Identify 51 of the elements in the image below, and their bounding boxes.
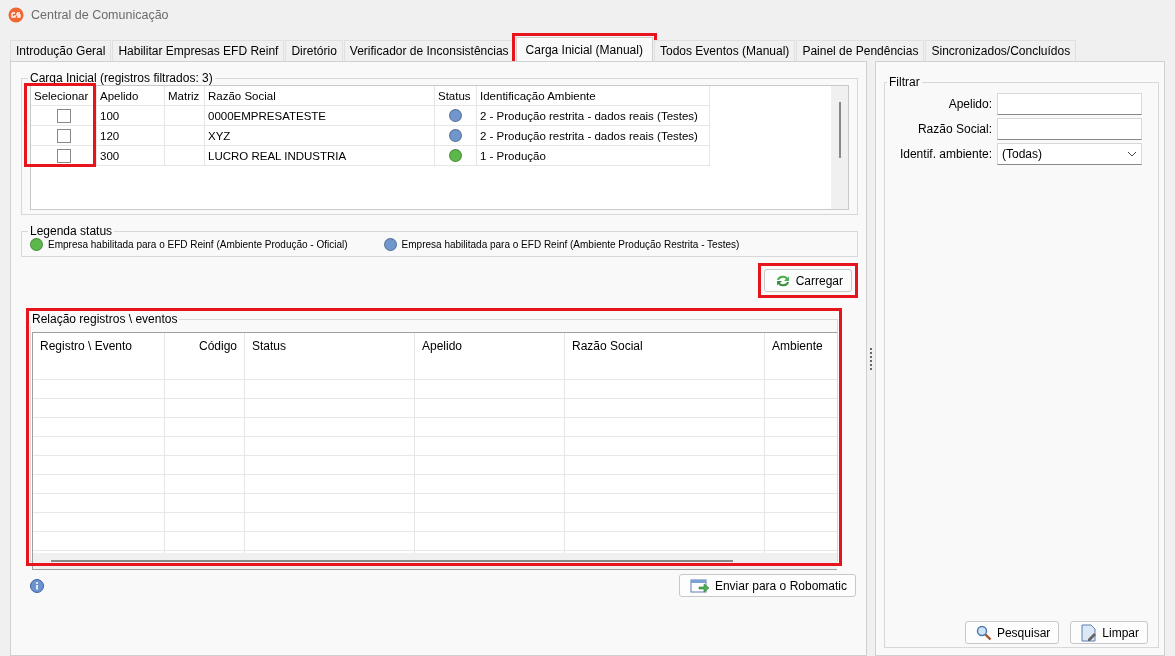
checkbox[interactable] [56,128,71,143]
tab[interactable]: Diretório [285,40,343,61]
column-header: Matriz [165,86,205,106]
column-header: Selecionar [31,86,97,106]
column-header: Identificação Ambiente [477,86,710,106]
table-cell: 100 [97,106,165,126]
input-field[interactable] [997,118,1142,140]
horizontal-scrollbar[interactable] [33,553,837,569]
table-cell: 120 [97,126,165,146]
tab[interactable]: Verificador de Inconsistências [343,40,515,61]
legend-label: Empresa habilitada para o EFD Reinf (Ambiente Produção Restrita - Testes) [401,239,740,250]
table-cell [165,106,205,126]
legend-label: Empresa habilitada para o EFD Reinf (Ambiente Produção - Oficial) [48,239,348,250]
dropdown[interactable]: (Todas) [997,143,1142,165]
tab[interactable]: Todos Eventos (Manual) [653,40,796,61]
window-title: Central de Comunicação [31,8,169,22]
tab[interactable]: Introdução Geral [10,40,112,61]
document-pencil-icon [1081,623,1098,642]
clear-button[interactable]: Limpar [1070,621,1148,644]
table-cell: XYZ [205,126,435,146]
field-label: Apelido: [947,97,992,111]
table-cell: 300 [97,146,165,166]
field-label: Identif. ambiente: [898,147,992,161]
chevron-down-icon [1127,151,1137,157]
group-title: Legenda status [29,224,114,238]
input-field[interactable] [997,93,1142,115]
tab[interactable]: Habilitar Empresas EFD Reinf [112,40,285,61]
tab[interactable]: Painel de Pendências [796,40,925,61]
table-cell: 1 - Produção [477,146,710,166]
app-logo-icon [8,7,24,23]
send-button[interactable]: Enviar para o Robomatic [678,574,856,597]
table-cell [165,146,205,166]
column-header: Status [435,86,477,106]
table-cell: 0000EMPRESATESTE [205,106,435,126]
table-cell [165,126,205,146]
checkbox[interactable] [56,148,71,163]
column-header: Razão Social [205,86,435,106]
load-button[interactable]: Carregar [763,269,852,292]
vertical-scrollbar[interactable] [831,86,848,209]
search-icon [975,624,992,641]
table-cell: 2 - Produção restrita - dados reais (Testes) [477,106,710,126]
checkbox[interactable] [56,108,71,123]
table-cell: 2 - Produção restrita - dados reais (Testes) [477,126,710,146]
column-header: Apelido [97,86,165,106]
tab[interactable]: Sincronizados/Concluídos [925,40,1077,61]
group-title: Relação registros \ eventos [31,312,179,326]
info-icon[interactable] [30,578,44,593]
search-button[interactable]: Pesquisar [964,621,1060,644]
table-cell: LUCRO REAL INDUSTRIA [205,146,435,166]
field-label: Razão Social: [916,122,992,136]
group-title: Filtrar [888,75,921,89]
